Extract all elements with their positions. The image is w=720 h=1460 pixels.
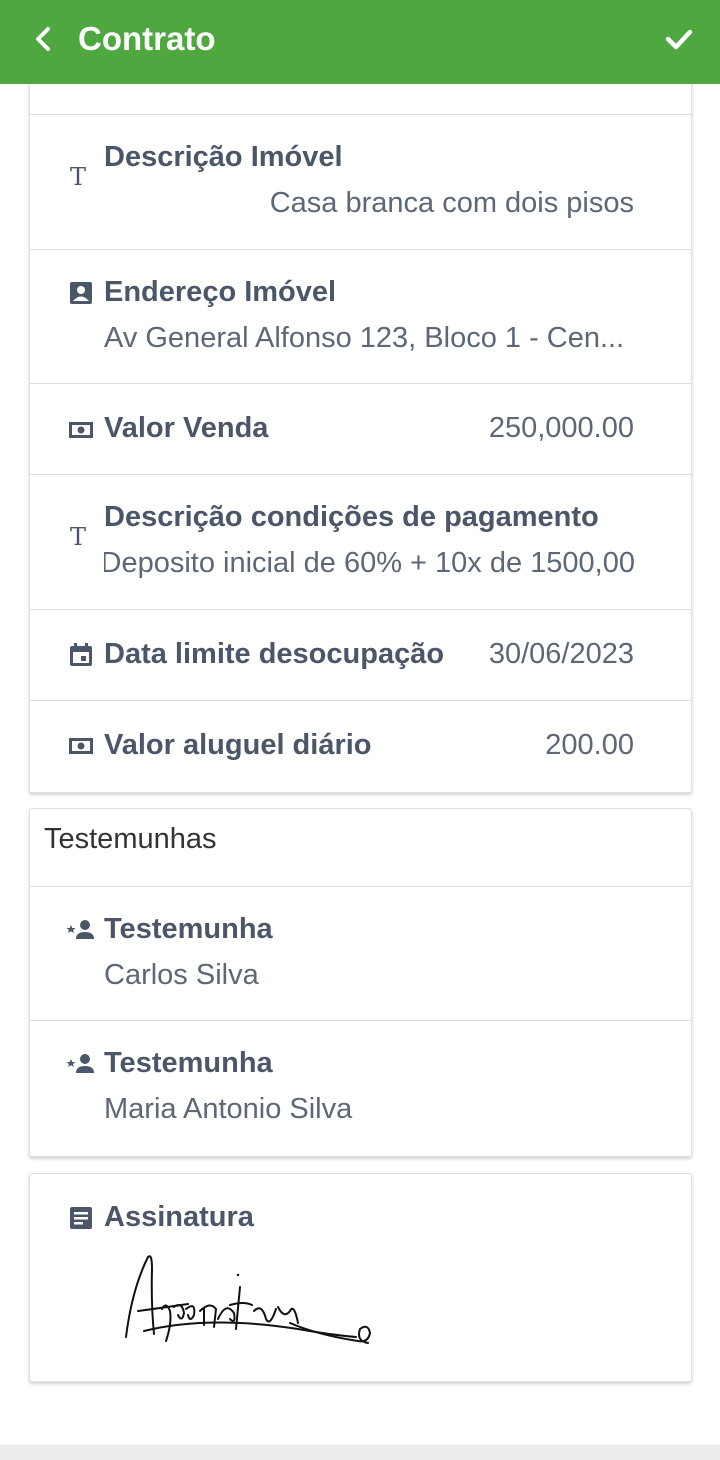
field-data-limite[interactable]: Data limite desocupação 30/06/2023 [30,610,691,701]
signature-image [125,1255,372,1344]
money-icon [69,422,93,438]
text-type-icon: T [70,523,86,549]
contract-fields-card: T Descrição Imóvel Casa branca com dois … [29,60,692,793]
signature-field[interactable]: Assinatura [30,1174,691,1381]
field-endereco-imovel[interactable]: Endereço Imóvel Av General Alfonso 123, … [30,250,691,384]
app-bar: Contrato [0,0,720,84]
signature-card: Assinatura [29,1173,692,1382]
field-label: Valor Venda [104,412,269,444]
field-label: Assinatura [104,1201,254,1233]
svg-text:T: T [70,523,86,549]
field-value: Deposito inicial de 60% + 10x de 1500,00 [104,547,635,579]
field-label: Valor aluguel diário [104,729,372,761]
field-descricao-pagamento[interactable]: T Descrição condições de pagamento Depos… [30,475,691,610]
field-label: Testemunha [104,1047,273,1079]
calendar-icon [70,643,92,666]
section-title: Testemunhas [44,823,217,855]
document-icon [70,1207,92,1229]
witness-row[interactable]: Testemunha Maria Antonio Silva [30,1021,691,1156]
money-icon [69,738,93,754]
field-value: 250,000.00 [488,412,634,444]
field-label: Testemunha [104,913,273,945]
svg-text:T: T [70,163,86,189]
field-label: Endereço Imóvel [104,276,337,308]
field-value: Casa branca com dois pisos [269,187,634,219]
field-value: 200.00 [545,729,634,761]
check-icon[interactable] [664,24,694,54]
witnesses-card: Testemunhas Testemunha Carlos Silva Test… [29,808,692,1157]
bottom-bar [0,1445,720,1460]
chevron-left-icon[interactable] [28,22,58,56]
field-label: Data limite desocupação [104,638,445,670]
field-value: 30/06/2023 [488,638,634,670]
witness-row[interactable]: Testemunha Carlos Silva [30,887,691,1021]
field-descricao-imovel[interactable]: T Descrição Imóvel Casa branca com dois … [30,115,691,250]
field-valor-venda[interactable]: Valor Venda 250,000.00 [30,384,691,475]
contact-card-icon [70,282,92,304]
text-type-icon: T [70,163,86,189]
field-value: Av General Alfonso 123, Bloco 1 - Cen... [104,322,625,354]
field-value: Maria Antonio Silva [104,1093,353,1125]
page-title: Contrato [78,20,216,57]
field-value: Carlos Silva [104,959,259,991]
person-star-icon [66,920,94,939]
person-star-icon [66,1054,94,1073]
field-label: Descrição Imóvel [104,141,343,173]
field-valor-aluguel[interactable]: Valor aluguel diário 200.00 [30,701,691,793]
field-label: Descrição condições de pagamento [104,501,599,533]
